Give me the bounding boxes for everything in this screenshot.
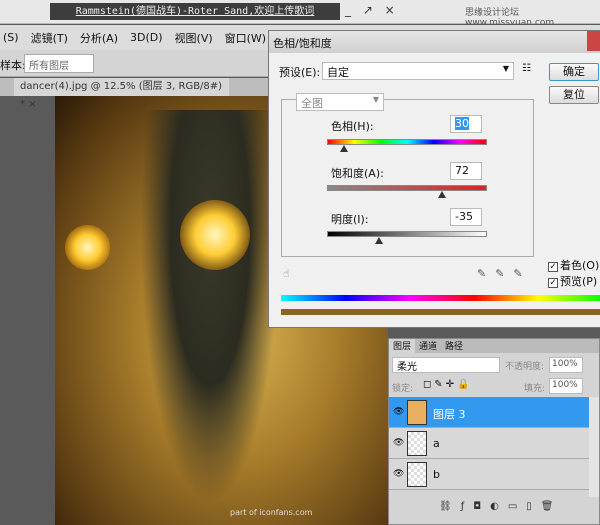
lock-label: 锁定: (392, 384, 414, 394)
sample-select[interactable]: 所有图层 (24, 54, 94, 73)
channel-select[interactable]: 全图 ▼ (296, 93, 384, 111)
input-color-bar (281, 295, 600, 301)
hue-slider[interactable] (327, 139, 487, 145)
channel-value: 全图 (301, 97, 323, 110)
tab-layers[interactable]: 图层 (389, 339, 416, 353)
preset-value: 自定 (327, 66, 349, 79)
saturation-slider[interactable] (327, 185, 487, 191)
tab-paths[interactable]: 路径 (441, 339, 467, 353)
hue-label: 色相(H): (331, 120, 374, 133)
opacity-label: 不透明度: (505, 362, 545, 372)
glow-orb (180, 200, 250, 270)
layer-row[interactable]: 👁 b (389, 459, 589, 490)
preset-options-icon[interactable]: ☷ (522, 63, 531, 74)
preset-select[interactable]: 自定 ▼ (322, 62, 514, 80)
tab-channels[interactable]: 通道 (415, 339, 441, 353)
eye-icon[interactable]: 👁 (393, 438, 404, 448)
menu-3d[interactable]: 3D(D) (130, 31, 163, 44)
eye-icon[interactable]: 👁 (393, 469, 404, 479)
glow-orb (65, 225, 110, 270)
ok-button[interactable]: 确定 (549, 63, 599, 81)
eyedropper-icons[interactable]: ✎✎✎ (477, 267, 532, 280)
chevron-down-icon: ▼ (372, 95, 379, 104)
menu-analysis[interactable]: 分析(A) (80, 30, 118, 46)
colorize-label: 着色(O) (560, 259, 600, 272)
layer-thumbnail (407, 431, 427, 456)
layer-name: 图层 3 (433, 408, 466, 421)
layer-thumbnail (407, 462, 427, 487)
credit-text: part of iconfans.com (230, 508, 313, 517)
song-title[interactable]: Rammstein(德国战车)-Roter Sand,欢迎上传歌词 (50, 3, 340, 20)
menu-window[interactable]: 窗口(W) (225, 30, 266, 46)
menu-select[interactable]: (S) (3, 31, 19, 44)
close-icon[interactable]: × (28, 99, 36, 110)
output-color-bar (281, 309, 600, 315)
check-icon: ✓ (548, 262, 558, 272)
hue-saturation-dialog: 色相/饱和度 预设(E): 自定 ▼ ☷ 确定 复位 全图 ▼ 色相(H): 30 … (268, 30, 600, 328)
layer-row[interactable]: 👁 a (389, 428, 589, 459)
window-controls[interactable]: _ ↗ × (345, 3, 399, 17)
hue-value: 30 (455, 117, 469, 130)
chevron-down-icon: ▼ (502, 64, 509, 73)
panel-footer-icons[interactable]: ⛓ƒ◘◐▭▯🗑 (439, 501, 563, 512)
saturation-input[interactable]: 72 (450, 162, 482, 180)
lightness-slider[interactable] (327, 231, 487, 237)
blend-mode-select[interactable]: 柔光 (392, 357, 500, 373)
check-icon: ✓ (548, 278, 558, 288)
targeted-adjustment-icon[interactable]: ☝ (283, 267, 290, 280)
preset-label: 预设(E): (279, 66, 321, 79)
lightness-thumb[interactable] (375, 237, 383, 244)
sample-label: 样本: (0, 59, 26, 72)
layer-name: b (433, 468, 440, 481)
menu-view[interactable]: 视图(V) (175, 30, 213, 46)
preview-checkbox[interactable]: ✓ 预览(P) (548, 273, 597, 289)
layers-panel: 图层 通道 路径 柔光 不透明度: 100% 锁定: ◻✎✛🔒 填充: 100%… (388, 338, 600, 525)
colorize-checkbox[interactable]: ✓ 着色(O) (548, 257, 599, 273)
menu-filter[interactable]: 滤镜(T) (31, 30, 68, 46)
saturation-label: 饱和度(A): (331, 167, 384, 180)
lightness-label: 明度(I): (331, 213, 369, 226)
lock-icons[interactable]: ◻✎✛🔒 (423, 379, 473, 390)
dancer-figure (140, 110, 280, 505)
eye-icon[interactable]: 👁 (393, 407, 404, 417)
reset-button[interactable]: 复位 (549, 86, 599, 104)
layer-thumbnail (407, 400, 427, 425)
hue-input[interactable]: 30 (450, 115, 482, 133)
preview-label: 预览(P) (560, 275, 598, 288)
document-tab[interactable]: dancer(4).jpg @ 12.5% (图层 3, RGB/8#) * × (14, 78, 229, 110)
dialog-title: 色相/饱和度 (269, 31, 600, 53)
opacity-input[interactable]: 100% (549, 357, 583, 373)
saturation-thumb[interactable] (438, 191, 446, 198)
close-button[interactable] (587, 31, 600, 51)
fill-label: 填充: (524, 384, 546, 394)
layer-row[interactable]: 👁 图层 3 (389, 397, 589, 428)
layer-name: a (433, 437, 440, 450)
hue-thumb[interactable] (340, 145, 348, 152)
fill-input[interactable]: 100% (549, 378, 583, 394)
lightness-input[interactable]: -35 (450, 208, 482, 226)
scrollbar[interactable] (589, 397, 599, 497)
